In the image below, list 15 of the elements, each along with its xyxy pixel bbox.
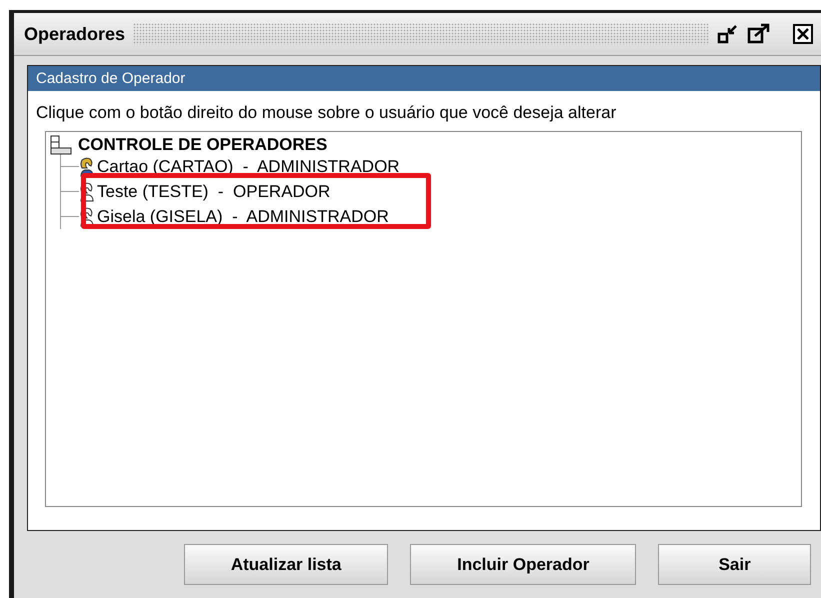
tree-item[interactable]: Gisela (GISELA) - ADMINISTRADOR [97, 206, 389, 226]
maximize-icon[interactable] [747, 23, 771, 45]
grip-pattern[interactable] [133, 23, 709, 45]
instruction-text: Clique com o botão direito do mouse sobre o usuário que você deseja alterar [35, 102, 618, 124]
close-icon[interactable] [793, 24, 813, 44]
action-button[interactable]: Atualizar lista [184, 544, 388, 585]
restore-icon[interactable] [717, 24, 739, 44]
panel-header: Cadastro de Operador [28, 66, 820, 91]
tree-item[interactable]: Cartao (CARTAO) - ADMINISTRADOR [97, 156, 400, 176]
action-button[interactable]: Incluir Operador [410, 544, 636, 585]
window-title: Operadores [24, 24, 126, 44]
tree-root-icon[interactable] [50, 135, 72, 155]
tree-item[interactable]: Teste (TESTE) - OPERADOR [97, 182, 330, 202]
action-button[interactable]: Sair [658, 544, 811, 585]
tree-root[interactable]: CONTROLE DE OPERADORES [78, 135, 328, 155]
